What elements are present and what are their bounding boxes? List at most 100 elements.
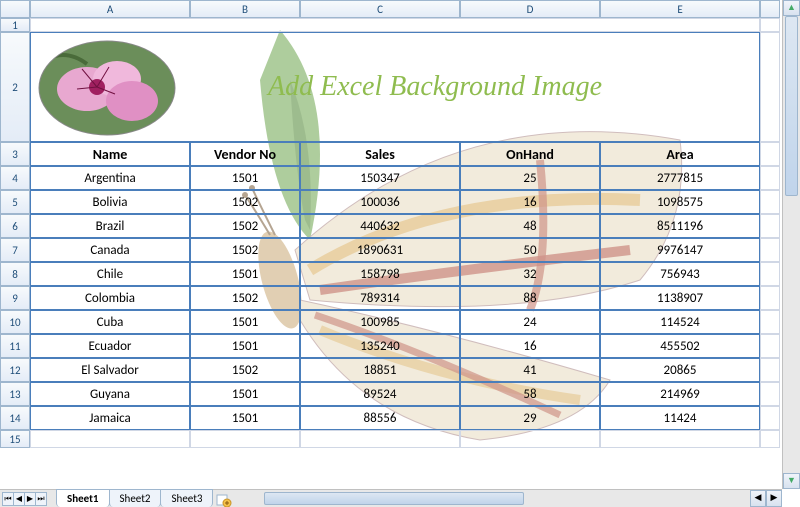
tab-sheet1[interactable]: Sheet1 <box>56 489 110 507</box>
title-merged-cell[interactable]: Add Excel Background Image <box>30 32 760 142</box>
row-header-3[interactable]: 3 <box>0 142 30 166</box>
cell[interactable] <box>760 358 780 382</box>
col-header-c[interactable]: C <box>300 0 460 18</box>
cell[interactable] <box>760 32 780 142</box>
cell-sales[interactable]: 440632 <box>300 214 460 238</box>
scroll-left-arrow-icon[interactable]: ◀ <box>750 490 766 507</box>
cell-area[interactable]: 1138907 <box>600 286 760 310</box>
cell-sales[interactable]: 1890631 <box>300 238 460 262</box>
cell-sales[interactable]: 89524 <box>300 382 460 406</box>
cell-name[interactable]: Chile <box>30 262 190 286</box>
cell-onhand[interactable]: 32 <box>460 262 600 286</box>
cell-name[interactable]: Cuba <box>30 310 190 334</box>
cell-name[interactable]: Ecuador <box>30 334 190 358</box>
cell-name[interactable]: Colombia <box>30 286 190 310</box>
scroll-right-arrow-icon[interactable]: ▶ <box>766 490 782 507</box>
tab-nav-last-icon[interactable]: ⏭ <box>35 492 47 506</box>
header-sales[interactable]: Sales <box>300 142 460 166</box>
cell-name[interactable]: Bolivia <box>30 190 190 214</box>
cell-vendor[interactable]: 1502 <box>190 214 300 238</box>
scroll-down-arrow-icon[interactable]: ▼ <box>783 473 800 489</box>
tab-sheet2[interactable]: Sheet2 <box>109 489 162 507</box>
row-header-15[interactable]: 15 <box>0 430 30 448</box>
cell[interactable] <box>760 382 780 406</box>
cell[interactable] <box>460 430 600 448</box>
cell-area[interactable]: 1098575 <box>600 190 760 214</box>
col-header-e[interactable]: E <box>600 0 760 18</box>
cell-vendor[interactable]: 1501 <box>190 334 300 358</box>
cell-sales[interactable]: 789314 <box>300 286 460 310</box>
row-header-2[interactable]: 2 <box>0 32 30 142</box>
cell-onhand[interactable]: 88 <box>460 286 600 310</box>
cell[interactable] <box>300 430 460 448</box>
cell-name[interactable]: Guyana <box>30 382 190 406</box>
cell[interactable] <box>30 430 190 448</box>
row-header[interactable]: 8 <box>0 262 30 286</box>
cell-vendor[interactable]: 1501 <box>190 310 300 334</box>
cell-name[interactable]: El Salvador <box>30 358 190 382</box>
cell-name[interactable]: Argentina <box>30 166 190 190</box>
cell-area[interactable]: 214969 <box>600 382 760 406</box>
cell-vendor[interactable]: 1502 <box>190 190 300 214</box>
col-header-d[interactable]: D <box>460 0 600 18</box>
cell[interactable] <box>760 18 780 32</box>
cell-onhand[interactable]: 16 <box>460 190 600 214</box>
row-header[interactable]: 14 <box>0 406 30 430</box>
row-header[interactable]: 5 <box>0 190 30 214</box>
cell-name[interactable]: Canada <box>30 238 190 262</box>
row-header[interactable]: 7 <box>0 238 30 262</box>
cell-vendor[interactable]: 1502 <box>190 358 300 382</box>
cell-onhand[interactable]: 16 <box>460 334 600 358</box>
cell-area[interactable]: 9976147 <box>600 238 760 262</box>
row-header[interactable]: 12 <box>0 358 30 382</box>
cell-area[interactable]: 2777815 <box>600 166 760 190</box>
header-area[interactable]: Area <box>600 142 760 166</box>
header-vendor[interactable]: Vendor No <box>190 142 300 166</box>
cell[interactable] <box>600 430 760 448</box>
cell[interactable] <box>760 310 780 334</box>
cell-sales[interactable]: 158798 <box>300 262 460 286</box>
cell[interactable] <box>760 334 780 358</box>
row-header[interactable]: 13 <box>0 382 30 406</box>
cell-onhand[interactable]: 29 <box>460 406 600 430</box>
cell-vendor[interactable]: 1501 <box>190 262 300 286</box>
cell-area[interactable]: 11424 <box>600 406 760 430</box>
cell-onhand[interactable]: 58 <box>460 382 600 406</box>
cell-area[interactable]: 455502 <box>600 334 760 358</box>
cell[interactable] <box>760 142 780 166</box>
select-all-corner[interactable] <box>0 0 30 18</box>
horizontal-scroll-track[interactable] <box>244 490 750 507</box>
cell-sales[interactable]: 150347 <box>300 166 460 190</box>
cell[interactable] <box>760 190 780 214</box>
cell-sales[interactable]: 100036 <box>300 190 460 214</box>
tab-nav-buttons[interactable]: ⏮ ◀ ▶ ⏭ <box>2 492 46 506</box>
cell[interactable] <box>760 214 780 238</box>
cell-area[interactable]: 114524 <box>600 310 760 334</box>
row-header[interactable]: 4 <box>0 166 30 190</box>
cell-sales[interactable]: 88556 <box>300 406 460 430</box>
header-name[interactable]: Name <box>30 142 190 166</box>
cell-onhand[interactable]: 25 <box>460 166 600 190</box>
cell-sales[interactable]: 135240 <box>300 334 460 358</box>
cell-sales[interactable]: 100985 <box>300 310 460 334</box>
cell-onhand[interactable]: 50 <box>460 238 600 262</box>
row-header-1[interactable]: 1 <box>0 18 30 32</box>
cell-onhand[interactable]: 41 <box>460 358 600 382</box>
cell-area[interactable]: 8511196 <box>600 214 760 238</box>
cell-onhand[interactable]: 24 <box>460 310 600 334</box>
row-header[interactable]: 11 <box>0 334 30 358</box>
cell[interactable] <box>760 238 780 262</box>
row-header[interactable]: 6 <box>0 214 30 238</box>
cell-sales[interactable]: 18851 <box>300 358 460 382</box>
cell-vendor[interactable]: 1502 <box>190 286 300 310</box>
header-onhand[interactable]: OnHand <box>460 142 600 166</box>
cell[interactable] <box>30 18 760 32</box>
horizontal-scroll-thumb[interactable] <box>264 492 524 505</box>
cell[interactable] <box>190 430 300 448</box>
tab-sheet3[interactable]: Sheet3 <box>160 489 213 507</box>
cell[interactable] <box>760 166 780 190</box>
col-header-b[interactable]: B <box>190 0 300 18</box>
col-header-a[interactable]: A <box>30 0 190 18</box>
row-header[interactable]: 10 <box>0 310 30 334</box>
cell-vendor[interactable]: 1501 <box>190 382 300 406</box>
